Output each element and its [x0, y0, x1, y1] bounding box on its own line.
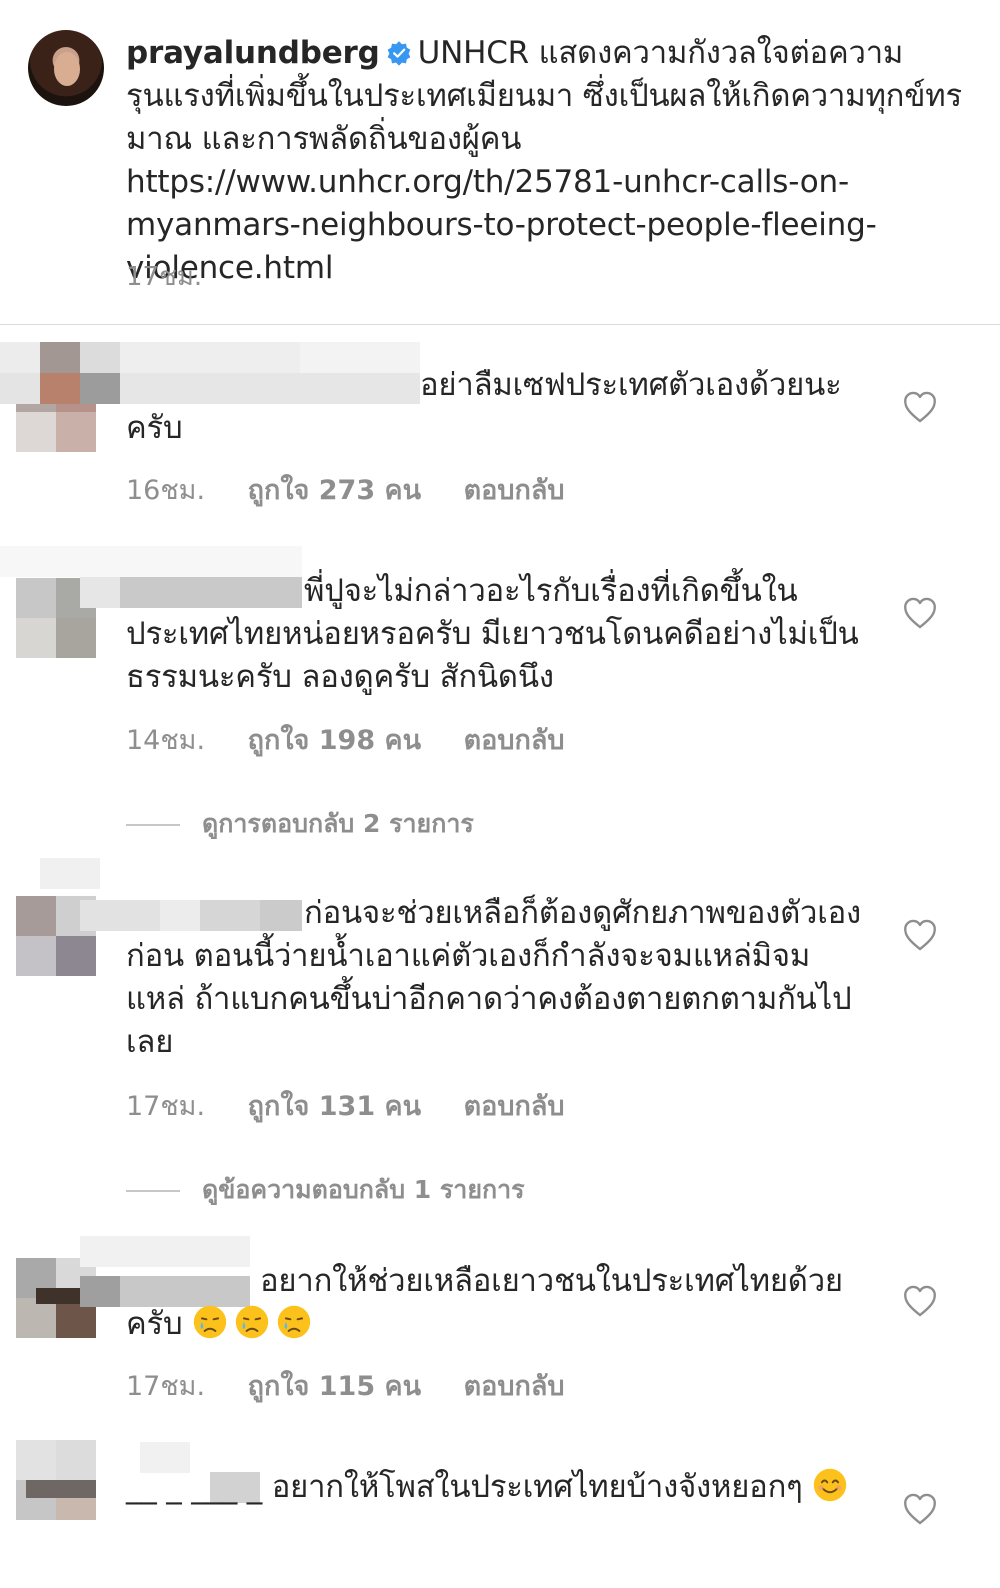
- reply-button[interactable]: ตอบกลับ: [464, 725, 565, 756]
- view-replies-button[interactable]: ดูการตอบกลับ 2 รายการ: [126, 804, 474, 844]
- comment-text: ก่อนจะช่วยเหลือก็ต้องดูศักยภาพของตัวเองก…: [126, 895, 861, 1060]
- verified-badge-icon: [387, 41, 410, 66]
- comment-text: พี่ปูจะไม่กล่าวอะไรกับเรื่องที่เกิดขึ้นใ…: [126, 573, 859, 695]
- replies-line: [126, 1190, 180, 1192]
- comment-text: __ _ ___ _ อยากให้โพสในประเทศไทยบ้างจังห…: [126, 1466, 866, 1509]
- comment-time: 17ชม.: [126, 1371, 206, 1402]
- comment-likes[interactable]: ถูกใจ 273 คน: [248, 475, 421, 506]
- comment-text-body: อยากให้โพสในประเทศไทยบ้างจังหยอกๆ: [271, 1469, 803, 1505]
- replies-line: [126, 824, 180, 826]
- comment-text: อยากให้ช่วยเหลือเยาวชนในประเทศไทยด้วยครั…: [126, 1260, 866, 1346]
- reply-button[interactable]: ตอบกลับ: [464, 1091, 565, 1122]
- heart-outline-icon[interactable]: [902, 1492, 938, 1526]
- comment-likes[interactable]: ถูกใจ 115 คน: [248, 1371, 421, 1402]
- crying-face-emoji: [235, 1305, 269, 1339]
- reply-button[interactable]: ตอบกลับ: [464, 475, 565, 506]
- view-replies-label: ดูข้อความตอบกลับ 1 รายการ: [202, 1175, 525, 1204]
- heart-outline-icon[interactable]: [902, 1284, 938, 1318]
- commenter-name-fragment: __ _ ___ _: [126, 1469, 263, 1505]
- commenter-avatar-pixelated[interactable]: [16, 1440, 96, 1520]
- caption-divider: [0, 324, 1000, 325]
- crying-face-emoji: [277, 1305, 311, 1339]
- heart-outline-icon[interactable]: [902, 596, 938, 630]
- heart-outline-icon[interactable]: [902, 918, 938, 952]
- post-caption-text: UNHCR แสดงความกังวลใจต่อความรุนแรงที่เพิ…: [126, 35, 962, 286]
- comment-likes[interactable]: ถูกใจ 131 คน: [248, 1091, 421, 1122]
- comment-text: อย่าลืมเซฟประเทศตัวเองด้วยนะครับ: [126, 367, 842, 446]
- crying-face-emoji: [193, 1305, 227, 1339]
- view-replies-button[interactable]: ดูข้อความตอบกลับ 1 รายการ: [126, 1170, 525, 1210]
- comment-meta: 16ชม. ถูกใจ 273 คน ตอบกลับ: [126, 468, 599, 511]
- comment-likes[interactable]: ถูกใจ 198 คน: [248, 725, 421, 756]
- comment-time: 14ชม.: [126, 725, 206, 756]
- smiling-face-emoji: [814, 1468, 847, 1502]
- comment-meta: 17ชม. ถูกใจ 131 คน ตอบกลับ: [126, 1084, 599, 1127]
- comment-time: 16ชม.: [126, 475, 206, 506]
- reply-button[interactable]: ตอบกลับ: [464, 1371, 565, 1402]
- post-caption: prayalundberg UNHCR แสดงความกังวลใจต่อควา…: [126, 32, 966, 290]
- comment-time: 17ชม.: [126, 1091, 206, 1122]
- post-time: 17ชม.: [126, 262, 203, 292]
- comment-meta: 17ชม. ถูกใจ 115 คน ตอบกลับ: [126, 1364, 599, 1407]
- post-author-avatar[interactable]: [28, 30, 104, 106]
- view-replies-label: ดูการตอบกลับ 2 รายการ: [202, 809, 474, 838]
- post-username[interactable]: prayalundberg: [126, 35, 380, 71]
- comment-meta: 14ชม. ถูกใจ 198 คน ตอบกลับ: [126, 718, 599, 761]
- heart-outline-icon[interactable]: [902, 390, 938, 424]
